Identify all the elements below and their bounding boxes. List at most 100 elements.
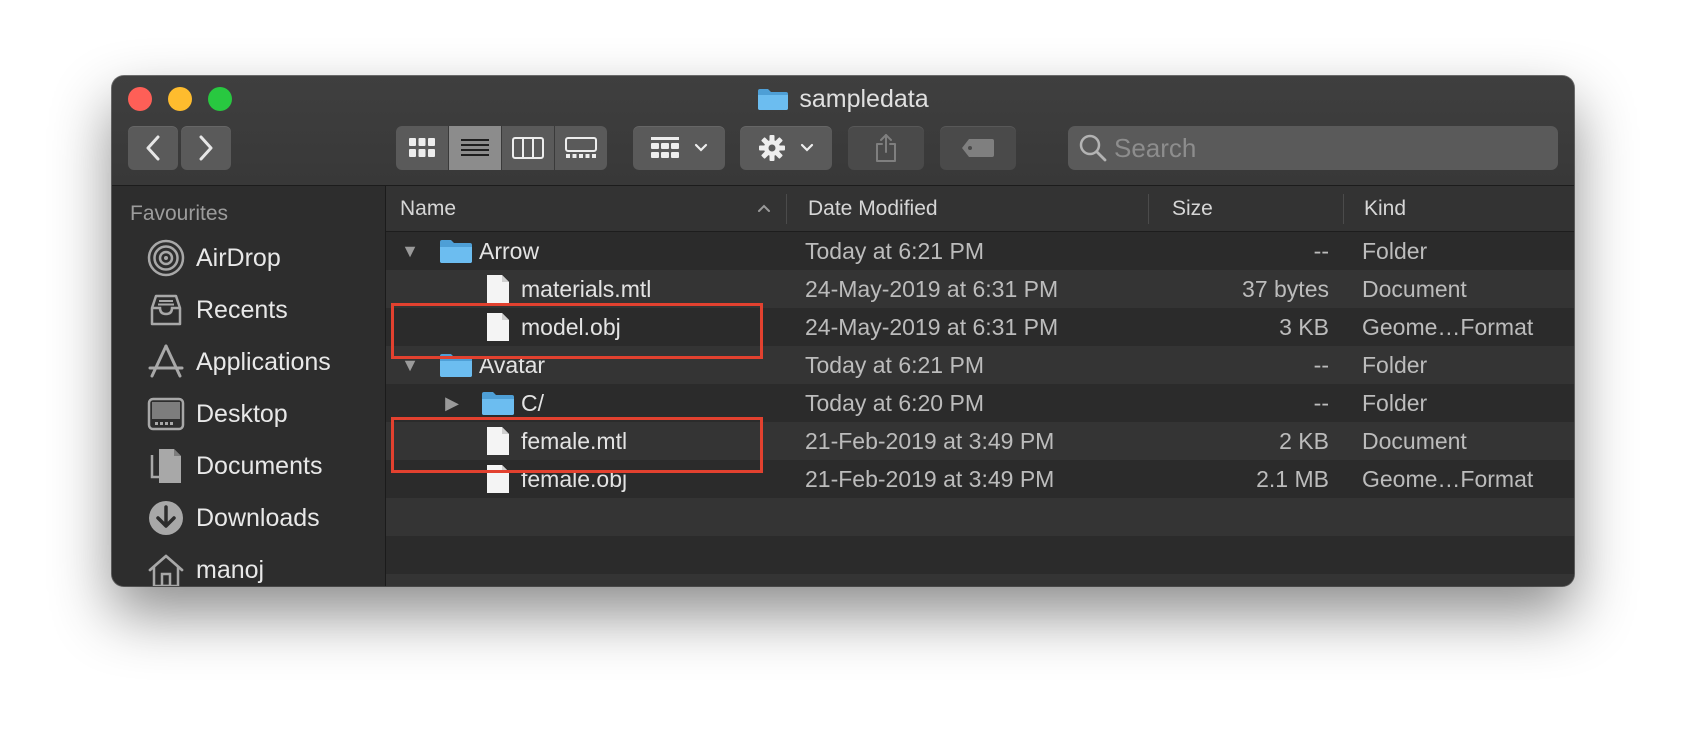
document-icon: [480, 425, 516, 457]
file-row[interactable]: model.obj 24-May-2019 at 6:31 PM 3 KB Geome…: [386, 308, 1574, 346]
file-size: 3 KB: [1279, 313, 1329, 340]
file-date-modified: 24-May-2019 at 6:31 PM: [805, 313, 1059, 340]
sidebar-item-recents[interactable]: Recents: [146, 288, 288, 332]
desktop-icon: [146, 394, 186, 434]
columns-icon: [512, 137, 544, 159]
file-name: female.mtl: [521, 427, 628, 454]
sidebar-item-airdrop[interactable]: AirDrop: [146, 236, 281, 280]
toolbar: sampledata: [112, 76, 1574, 186]
chevron-left-icon: [146, 135, 160, 161]
list-icon: [461, 139, 489, 156]
sidebar-item-documents[interactable]: Documents: [146, 444, 322, 488]
file-kind: Folder: [1362, 237, 1428, 264]
disclosure-collapsed-icon[interactable]: ▶: [440, 384, 464, 422]
sidebar-item-applications[interactable]: Applications: [146, 340, 331, 384]
file-row[interactable]: ▼ Arrow Today at 6:21 PM -- Folder: [386, 232, 1574, 270]
applications-icon: [146, 342, 186, 382]
file-date-modified: Today at 6:20 PM: [805, 389, 984, 416]
chevron-right-icon: [199, 135, 213, 161]
file-date-modified: 21-Feb-2019 at 3:49 PM: [805, 465, 1055, 492]
search-field[interactable]: [1068, 126, 1558, 170]
share-button[interactable]: [848, 126, 924, 170]
file-size: 2 KB: [1279, 427, 1329, 454]
document-icon: [480, 463, 516, 495]
column-header-date[interactable]: Date Modified: [808, 186, 938, 231]
file-row[interactable]: female.obj 21-Feb-2019 at 3:49 PM 2.1 MB Ge…: [386, 460, 1574, 498]
sidebar-item-downloads[interactable]: Downloads: [146, 496, 320, 540]
downloads-icon: [146, 498, 186, 538]
file-row[interactable]: ▼ Avatar Today at 6:21 PM -- Folder: [386, 346, 1574, 384]
folder-icon: [438, 235, 474, 267]
column-divider[interactable]: [786, 194, 787, 224]
window-title: sampledata: [799, 84, 929, 113]
home-icon: [146, 550, 186, 586]
action-button[interactable]: [740, 126, 832, 170]
sidebar-item-label: manoj: [196, 555, 265, 584]
file-row[interactable]: female.mtl 21-Feb-2019 at 3:49 PM 2 KB Docu…: [386, 422, 1574, 460]
gear-icon: [759, 135, 785, 161]
column-header-kind[interactable]: Kind: [1364, 186, 1406, 231]
group-grid-icon: [651, 137, 679, 158]
file-date-modified: 21-Feb-2019 at 3:49 PM: [805, 427, 1055, 454]
recents-icon: [146, 290, 186, 330]
file-kind: Geome…Format: [1362, 465, 1534, 492]
file-size: 37 bytes: [1242, 275, 1329, 302]
icon-view-button[interactable]: [396, 126, 449, 170]
file-kind: Folder: [1362, 389, 1428, 416]
empty-row: [386, 574, 1574, 586]
sort-ascending-icon: [758, 204, 770, 212]
file-list: Name Date Modified Size Kind ▼ Arrow Today…: [386, 186, 1574, 586]
column-header-name[interactable]: Name: [400, 186, 456, 231]
column-header-size[interactable]: Size: [1172, 186, 1213, 231]
sidebar-item-label: AirDrop: [196, 243, 281, 272]
file-kind: Folder: [1362, 351, 1428, 378]
search-input[interactable]: [1108, 132, 1558, 164]
sidebar-item-desktop[interactable]: Desktop: [146, 392, 288, 436]
forward-button[interactable]: [181, 126, 231, 170]
file-name: C/: [521, 389, 544, 416]
gallery-icon: [565, 137, 597, 158]
file-row[interactable]: materials.mtl 24-May-2019 at 6:31 PM 37 by…: [386, 270, 1574, 308]
disclosure-expanded-icon[interactable]: ▼: [398, 346, 422, 384]
file-row[interactable]: ▶ C/Today at 6:20 PM -- Folder: [386, 384, 1574, 422]
folder-icon: [438, 349, 474, 381]
file-kind: Document: [1362, 275, 1467, 302]
file-name: model.obj: [521, 313, 621, 340]
share-icon: [876, 134, 896, 162]
tag-icon: [962, 139, 994, 157]
column-divider[interactable]: [1148, 194, 1149, 224]
sidebar-item-label: Downloads: [196, 503, 320, 532]
column-view-button[interactable]: [502, 126, 555, 170]
grid-icon: [409, 138, 435, 157]
file-name: materials.mtl: [521, 275, 652, 302]
back-button[interactable]: [128, 126, 178, 170]
empty-row: [386, 536, 1574, 574]
file-size: --: [1313, 237, 1329, 264]
file-name: Arrow: [479, 237, 540, 264]
file-size: 2.1 MB: [1256, 465, 1329, 492]
airdrop-icon: [146, 238, 186, 278]
column-header-row: Name Date Modified Size Kind: [386, 186, 1574, 232]
tag-button[interactable]: [940, 126, 1016, 170]
column-divider[interactable]: [1343, 194, 1344, 224]
file-kind: Geome…Format: [1362, 313, 1534, 340]
sidebar: Favourites AirDrop Recents Applications …: [112, 186, 386, 586]
gallery-view-button[interactable]: [555, 126, 607, 170]
sidebar-section-favourites: Favourites: [130, 202, 229, 225]
sidebar-item-label: Documents: [196, 451, 323, 480]
sidebar-item-manoj[interactable]: manoj: [146, 548, 264, 586]
sidebar-item-label: Desktop: [196, 399, 288, 428]
folder-icon: [758, 89, 789, 110]
document-icon: [480, 273, 516, 305]
folder-icon: [480, 387, 516, 419]
list-view-button[interactable]: [449, 126, 502, 170]
file-rows: ▼ Arrow Today at 6:21 PM -- Folder materials.…: [386, 232, 1574, 586]
search-icon: [1079, 134, 1107, 162]
documents-icon: [146, 446, 186, 486]
file-date-modified: Today at 6:21 PM: [805, 351, 984, 378]
group-by-button[interactable]: [633, 126, 725, 170]
file-name: female.obj: [521, 465, 628, 492]
window-title-bar: sampledata: [112, 82, 1574, 116]
file-size: --: [1313, 389, 1329, 416]
disclosure-expanded-icon[interactable]: ▼: [398, 232, 422, 270]
